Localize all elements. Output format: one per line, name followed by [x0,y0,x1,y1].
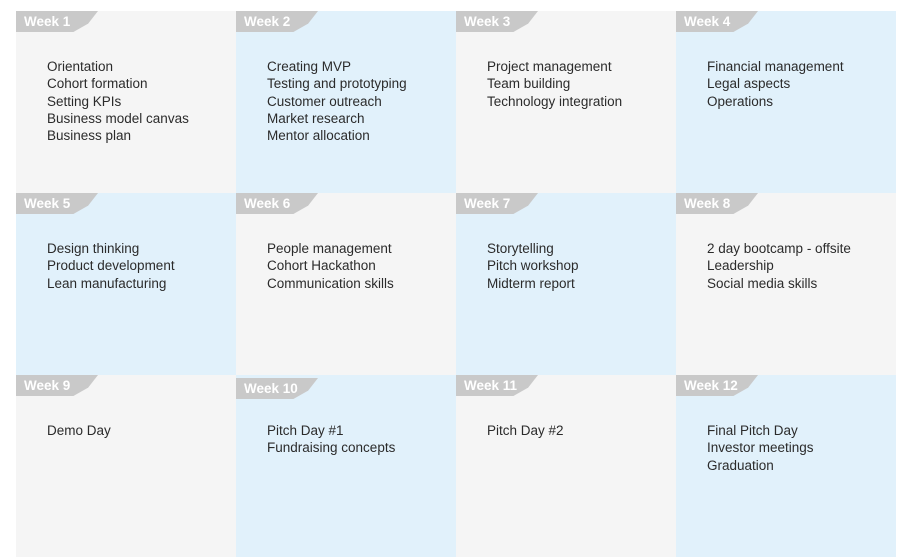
topic-item: Pitch workshop [487,258,579,274]
topic-item: Creating MVP [267,59,352,74]
topic-item: Mentor allocation [267,128,370,144]
topic-list: Pitch Day #2 [487,422,564,439]
week-card: Week 1 Orientation Cohort formation Sett… [16,11,236,193]
weekly-schedule-grid: Week 1 Orientation Cohort formation Sett… [16,11,896,557]
week-card: Week 10 Pitch Day #1 Fundraising concept… [236,375,456,557]
topic-item: Pitch Day #1 [267,423,344,438]
topic-list: Project management Team building Technol… [487,58,622,110]
topic-item: Lean manufacturing [47,275,167,291]
topic-item: Fundraising concepts [267,440,396,456]
week-tab: Week 1 [16,11,98,32]
week-tab: Week 4 [676,11,758,32]
topic-item: Storytelling [487,241,554,256]
topic-item: Social media skills [707,275,818,291]
topic-item: Technology integration [487,93,623,109]
topic-item: People management [267,241,392,256]
week-tab: Week 11 [456,375,538,396]
topic-list: Orientation Cohort formation Setting KPI… [47,58,189,144]
topic-item: Communication skills [267,275,394,291]
week-tab: Week 10 [236,378,318,399]
topic-list: Demo Day [47,422,111,439]
week-tab: Week 3 [456,11,538,32]
topic-list: Financial management Legal aspects Opera… [707,58,844,110]
topic-item: Financial management [707,59,844,74]
topic-item: Business plan [47,128,132,144]
topic-list: Creating MVP Testing and prototyping Cus… [267,58,407,144]
topic-item: Midterm report [487,275,575,291]
topic-list: Design thinking Product development Lean… [47,240,175,292]
topic-item: Graduation [707,457,774,473]
topic-item: Setting KPIs [47,93,122,109]
week-tab: Week 9 [16,375,98,396]
topic-list: Final Pitch Day Investor meetings Gradua… [707,422,814,474]
week-tab: Week 12 [676,375,758,396]
topic-item: Cohort formation [47,76,148,92]
topic-list: Storytelling Pitch workshop Midterm repo… [487,240,579,292]
week-card: Week 8 2 day bootcamp - offsite Leadersh… [676,193,896,375]
week-tab: Week 5 [16,193,98,214]
week-tab: Week 7 [456,193,538,214]
topic-item: Pitch Day #2 [487,423,564,438]
week-tab: Week 2 [236,11,318,32]
week-card: Week 4 Financial management Legal aspect… [676,11,896,193]
week-card: Week 3 Project management Team building … [456,11,676,193]
topic-item: 2 day bootcamp - offsite [707,241,851,256]
topic-item: Testing and prototyping [267,76,407,92]
week-card: Week 6 People management Cohort Hackatho… [236,193,456,375]
topic-item: Final Pitch Day [707,423,798,438]
topic-item: Market research [267,110,365,126]
topic-item: Customer outreach [267,93,382,109]
topic-item: Product development [47,258,175,274]
week-card: Week 2 Creating MVP Testing and prototyp… [236,11,456,193]
week-card: Week 5 Design thinking Product developme… [16,193,236,375]
topic-item: Leadership [707,258,774,274]
week-card: Week 12 Final Pitch Day Investor meeting… [676,375,896,557]
topic-item: Investor meetings [707,440,814,456]
week-tab: Week 8 [676,193,758,214]
topic-item: Design thinking [47,241,140,256]
week-tab: Week 6 [236,193,318,214]
topic-list: People management Cohort Hackathon Commu… [267,240,394,292]
topic-item: Demo Day [47,423,111,438]
topic-item: Cohort Hackathon [267,258,376,274]
topic-item: Project management [487,59,612,74]
topic-item: Team building [487,76,571,92]
topic-item: Business model canvas [47,110,189,126]
topic-list: Pitch Day #1 Fundraising concepts [267,422,395,457]
topic-list: 2 day bootcamp - offsite Leadership Soci… [707,240,851,292]
week-card: Week 9 Demo Day [16,375,236,557]
topic-item: Operations [707,93,774,109]
topic-item: Orientation [47,59,114,74]
topic-item: Legal aspects [707,76,791,92]
week-card: Week 7 Storytelling Pitch workshop Midte… [456,193,676,375]
week-card: Week 11 Pitch Day #2 [456,375,676,557]
